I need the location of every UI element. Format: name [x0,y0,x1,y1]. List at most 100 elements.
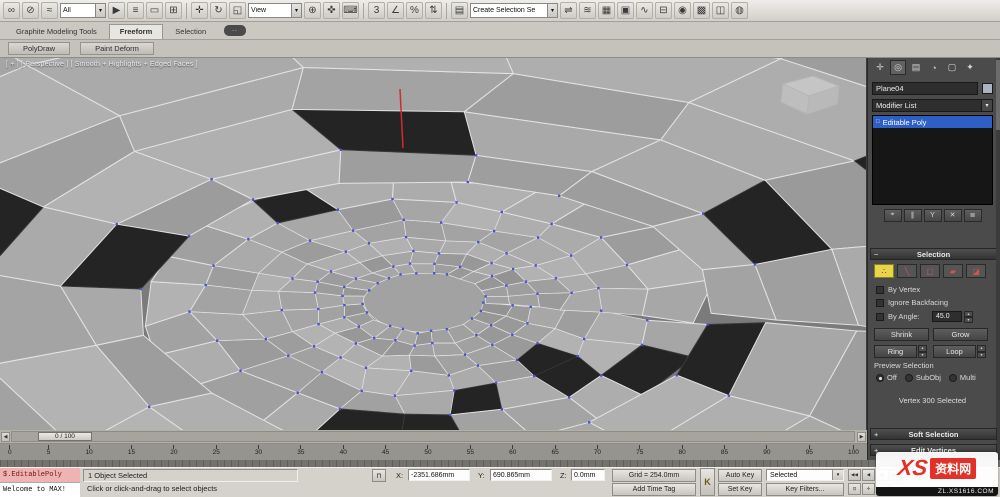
modifier-stack[interactable]: □ Editable Poly [872,115,993,205]
previous-frame-arrow-icon[interactable]: ◀ [1,432,10,442]
timeline-tick[interactable]: 95 [806,444,813,460]
unlink-selection-icon[interactable]: ⊘ [22,2,39,19]
y-coordinate-field[interactable]: 690.865mm [490,469,552,481]
rendered-frame-window-icon[interactable]: ◫ [712,2,729,19]
named-selection-sets-dropdown[interactable]: Create Selection Se ▾ [470,3,558,18]
timeline-tick[interactable]: 35 [297,444,305,460]
spinner-snap-icon[interactable]: ⇅ [425,2,442,19]
command-tab-create-icon[interactable]: ✛ [872,60,888,75]
angle-spinner[interactable]: ▴ ▾ [964,311,973,323]
ribbon-minimize-button[interactable]: ◦◦ [224,25,247,36]
viewport-label[interactable]: [ + ] [ Perspective ] [ Smooth + Highlig… [6,61,198,68]
align-icon[interactable]: ≋ [579,2,596,19]
ribbon-tab-freeform[interactable]: Freeform [108,24,164,39]
selection-filter-dropdown[interactable]: All ▾ [60,3,106,18]
preview-off-radio[interactable]: Off [876,373,897,382]
command-tab-motion-icon[interactable]: ◔ [926,60,942,75]
time-slider-handle[interactable]: 0 / 100 [38,432,92,441]
ribbon-tab-selection[interactable]: Selection [165,25,216,39]
ribbon-panel-paint-deform[interactable]: Paint Deform [80,42,154,55]
material-editor-icon[interactable]: ◉ [674,2,691,19]
timeline-tick[interactable]: 70 [594,444,601,460]
timeline-ruler[interactable]: 0 5 10 15 20 25 30 35 40 45 50 55 60 65 70 75 80 85 90 95 10… [0,444,867,460]
select-by-name-icon[interactable]: ≡ [127,2,144,19]
snaps-toggle-icon[interactable]: 3 [368,2,385,19]
timeline-tick[interactable]: 20 [170,444,177,460]
make-unique-icon[interactable]: Y [923,208,942,222]
rollout-soft-selection[interactable]: + Soft Selection [870,428,997,440]
maxscript-listener-line1[interactable]: $.EditablePoly [0,468,80,483]
preview-subobj-radio[interactable]: SubObj [904,373,941,382]
subobject-polygon-button[interactable]: ▰ [943,264,963,278]
select-and-link-icon[interactable]: ∞ [3,2,20,19]
go-to-start-icon[interactable]: ◀◀ [848,469,861,481]
rollout-selection[interactable]: − Selection [870,248,997,260]
mirror-icon[interactable]: ⇌ [560,2,577,19]
select-and-scale-icon[interactable]: ◱ [229,2,246,19]
ring-button[interactable]: Ring [874,345,917,358]
modifier-list-dropdown[interactable]: Modifier List ▾ [872,99,993,112]
keyboard-shortcut-override-icon[interactable]: ⌨ [342,2,359,19]
shrink-button[interactable]: Shrink [874,328,929,341]
panel-scrollbar[interactable] [996,58,1000,460]
render-production-icon[interactable]: ◍ [731,2,748,19]
viewport-mesh[interactable] [0,58,867,430]
bind-to-spacewarp-icon[interactable]: ≈ [41,2,58,19]
use-pivot-center-icon[interactable]: ⊕ [304,2,321,19]
key-filters-button[interactable]: Key Filters... [766,483,844,496]
select-and-manipulate-icon[interactable]: ✜ [323,2,340,19]
timeline-tick[interactable]: 60 [509,444,516,460]
timeline-tick[interactable]: 30 [255,444,262,460]
z-coordinate-field[interactable]: 0.0mm [571,469,605,481]
subobject-element-button[interactable]: ◪ [966,264,986,278]
timeline-tick[interactable]: 10 [86,444,93,460]
remove-modifier-icon[interactable]: ✕ [943,208,962,222]
command-tab-hierarchy-icon[interactable]: ▤ [908,60,924,75]
ignore-backfacing-checkbox[interactable]: Ignore Backfacing [876,298,948,307]
grow-button[interactable]: Grow [933,328,988,341]
subobject-border-button[interactable]: ▢ [920,264,940,278]
by-vertex-checkbox[interactable]: By Vertex [876,285,920,294]
auto-key-button[interactable]: Auto Key [718,469,762,482]
timeline-tick[interactable]: 85 [721,444,728,460]
configure-modifier-sets-icon[interactable]: ≣ [963,208,982,222]
x-coordinate-field[interactable]: -2351.686mm [408,469,470,481]
timeline-tick[interactable]: 5 [47,444,50,460]
set-key-button[interactable]: Set Key [718,483,762,496]
angle-snap-icon[interactable]: ∠ [387,2,404,19]
maxscript-listener-line2[interactable]: Welcome to MAX! [0,482,80,497]
schematic-view-icon[interactable]: ⊟ [655,2,672,19]
subobject-edge-button[interactable]: ╲ [897,264,917,278]
timeline-tick[interactable]: 15 [128,444,135,460]
zoom-extents-icon[interactable]: ⊡ [848,483,861,495]
time-slider-track[interactable]: 0 / 100 [11,431,855,442]
timeline-tick[interactable]: 40 [340,444,347,460]
timeline-tick[interactable]: 100 [848,444,859,460]
stack-item-editable-poly[interactable]: □ Editable Poly [873,116,992,128]
previous-frame-icon[interactable]: ◀ [862,469,875,481]
timeline-tick[interactable]: 55 [467,444,474,460]
graphite-ribbon-toggle-icon[interactable]: ▣ [617,2,634,19]
layer-manager-icon[interactable]: ▦ [598,2,615,19]
track-bar[interactable] [0,460,1000,467]
ribbon-tab-graphite-modeling-tools[interactable]: Graphite Modeling Tools [6,25,107,39]
key-mode-dropdown[interactable]: Selected ▾ [766,469,844,481]
set-keys-toggle-icon[interactable]: K [700,468,715,496]
select-and-rotate-icon[interactable]: ↻ [210,2,227,19]
ribbon-panel-polydraw[interactable]: PolyDraw [8,42,71,55]
preview-multi-radio[interactable]: Multi [948,373,976,382]
object-color-swatch[interactable] [982,83,993,94]
reference-coordinate-system-dropdown[interactable]: View ▾ [248,3,302,18]
command-tab-modify-icon[interactable]: ◎ [890,60,906,75]
edit-named-selection-sets-icon[interactable]: ▤ [451,2,468,19]
loop-button[interactable]: Loop [933,345,976,358]
percent-snap-icon[interactable]: % [406,2,423,19]
show-end-result-icon[interactable]: ∥ [903,208,922,222]
by-angle-checkbox[interactable]: By Angle: [876,312,920,321]
loop-spinner[interactable]: ▴ ▾ [977,345,986,358]
window-crossing-icon[interactable]: ⊞ [165,2,182,19]
timeline-tick[interactable]: 65 [551,444,559,460]
timeline-tick[interactable]: 0 [8,444,12,460]
command-tab-display-icon[interactable]: ▢ [944,60,960,75]
scrollbar-thumb[interactable] [996,60,1000,130]
